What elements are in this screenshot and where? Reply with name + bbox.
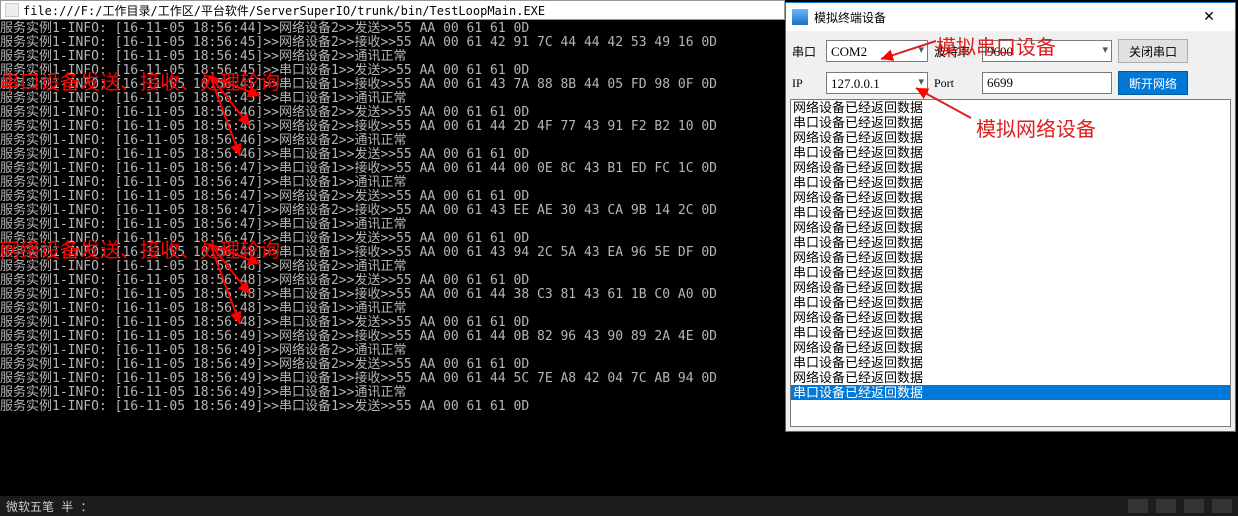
status-icon-1[interactable]: [1128, 499, 1148, 513]
simulator-dialog: 模拟终端设备 ✕ 串口 COM2 波特率 9600 关闭串口 IP 127.0.…: [785, 2, 1236, 432]
status-icon-4[interactable]: [1212, 499, 1232, 513]
list-item[interactable]: 网络设备已经返回数据: [791, 220, 1230, 235]
list-item[interactable]: 串口设备已经返回数据: [791, 205, 1230, 220]
list-item[interactable]: 网络设备已经返回数据: [791, 250, 1230, 265]
page-icon: [5, 3, 19, 17]
com-select[interactable]: COM2: [826, 40, 928, 62]
log-listbox[interactable]: 网络设备已经返回数据串口设备已经返回数据网络设备已经返回数据串口设备已经返回数据…: [790, 99, 1231, 427]
status-icon-3[interactable]: [1184, 499, 1204, 513]
app-icon: [792, 9, 808, 25]
list-item[interactable]: 网络设备已经返回数据: [791, 100, 1230, 115]
list-item[interactable]: 串口设备已经返回数据: [791, 115, 1230, 130]
serial-label: 串口: [792, 43, 820, 60]
network-row: IP 127.0.0.1 Port 断开网络: [790, 67, 1231, 99]
list-item[interactable]: 网络设备已经返回数据: [791, 130, 1230, 145]
address-text: file:///F:/工作目录/工作区/平台软件/ServerSuperIO/t…: [23, 2, 545, 19]
close-icon[interactable]: ✕: [1189, 7, 1229, 27]
list-item[interactable]: 网络设备已经返回数据: [791, 310, 1230, 325]
list-item[interactable]: 串口设备已经返回数据: [791, 325, 1230, 340]
dialog-title: 模拟终端设备: [814, 9, 886, 26]
list-item[interactable]: 串口设备已经返回数据: [791, 295, 1230, 310]
close-serial-button[interactable]: 关闭串口: [1118, 39, 1188, 63]
list-item[interactable]: 串口设备已经返回数据: [791, 385, 1230, 400]
ip-label: IP: [792, 76, 820, 91]
ime-status: 微软五笔 半 ：: [6, 498, 92, 515]
status-bar: 微软五笔 半 ：: [0, 496, 1238, 516]
list-item[interactable]: 串口设备已经返回数据: [791, 145, 1230, 160]
baud-label: 波特率: [934, 43, 976, 60]
list-item[interactable]: 网络设备已经返回数据: [791, 280, 1230, 295]
port-input[interactable]: [982, 72, 1112, 94]
ip-select[interactable]: 127.0.0.1: [826, 72, 928, 94]
list-item[interactable]: 串口设备已经返回数据: [791, 175, 1230, 190]
list-item[interactable]: 网络设备已经返回数据: [791, 370, 1230, 385]
dialog-titlebar[interactable]: 模拟终端设备 ✕: [786, 3, 1235, 31]
baud-select[interactable]: 9600: [982, 40, 1112, 62]
address-bar[interactable]: file:///F:/工作目录/工作区/平台软件/ServerSuperIO/t…: [0, 0, 785, 20]
list-item[interactable]: 网络设备已经返回数据: [791, 340, 1230, 355]
list-item[interactable]: 串口设备已经返回数据: [791, 235, 1230, 250]
disconnect-button[interactable]: 断开网络: [1118, 71, 1188, 95]
list-item[interactable]: 网络设备已经返回数据: [791, 190, 1230, 205]
serial-row: 串口 COM2 波特率 9600 关闭串口: [790, 35, 1231, 67]
list-item[interactable]: 串口设备已经返回数据: [791, 265, 1230, 280]
list-item[interactable]: 网络设备已经返回数据: [791, 160, 1230, 175]
status-icon-2[interactable]: [1156, 499, 1176, 513]
list-item[interactable]: 串口设备已经返回数据: [791, 355, 1230, 370]
port-label: Port: [934, 76, 976, 91]
